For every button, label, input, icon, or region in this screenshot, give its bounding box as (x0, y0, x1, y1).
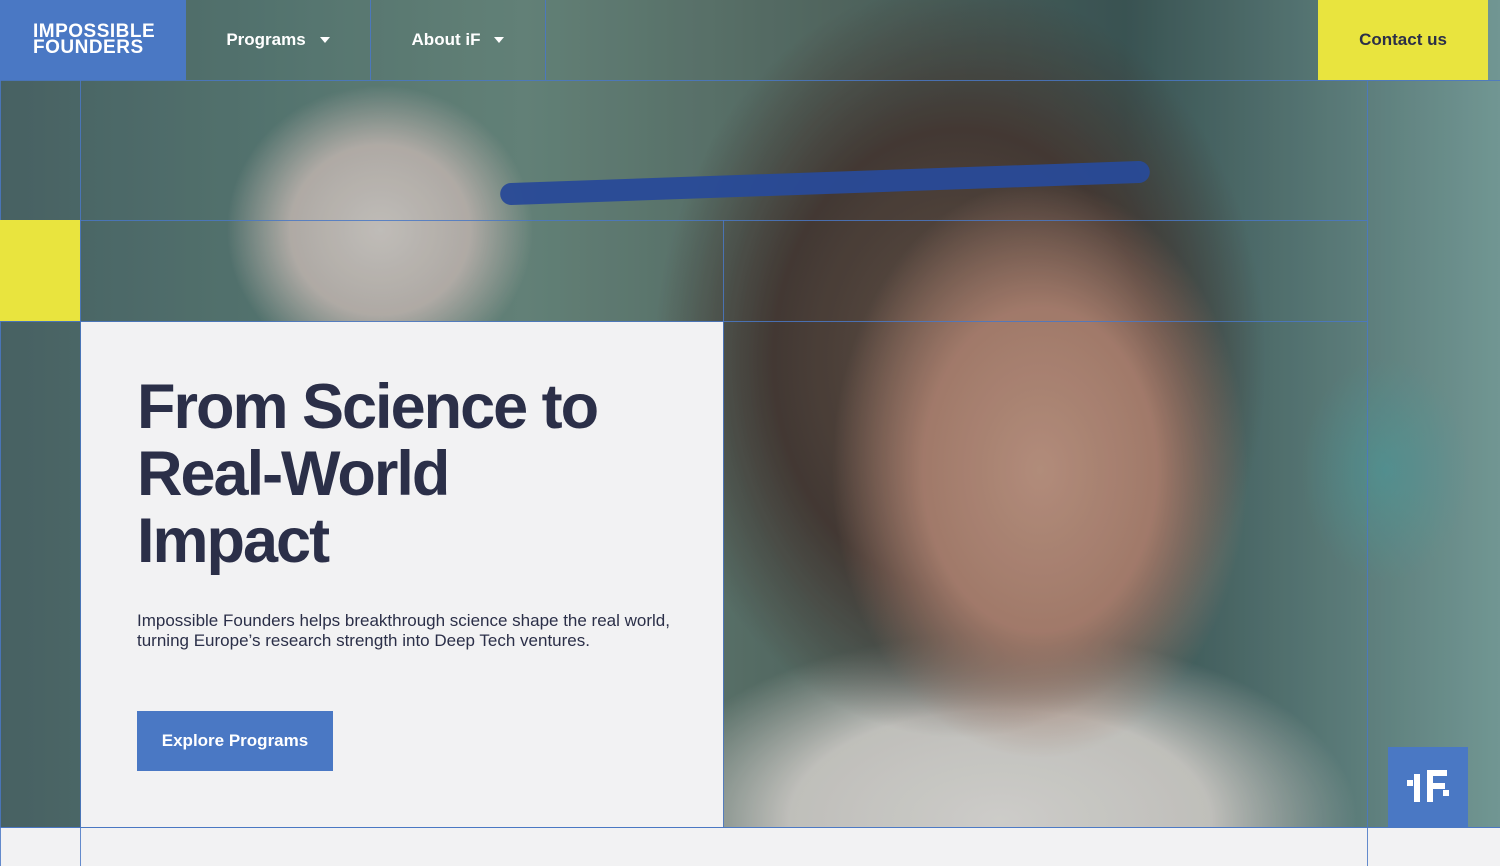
headline-line-3: Impact (137, 506, 330, 576)
if-logo-icon (1407, 770, 1449, 802)
nav-item-about[interactable]: About iF (371, 0, 545, 80)
nav-item-label: Programs (226, 30, 306, 49)
logo-line-2: FOUNDERS (33, 37, 144, 58)
if-badge-button[interactable]: iF (1388, 747, 1468, 827)
site-logo[interactable]: IMPOSSIBLE FOUNDERS (0, 0, 186, 80)
nav-item-label: About iF (411, 30, 481, 49)
nav-divider (545, 0, 546, 80)
hero-description: Impossible Founders helps breakthrough s… (137, 611, 670, 650)
explore-programs-button[interactable]: Explore Programs (137, 711, 333, 771)
chevron-down-icon (319, 37, 330, 43)
headline-line-2: Real-World (137, 439, 450, 509)
hero-headline: From Science to Real-World Impact (137, 374, 697, 575)
bottom-section-strip (0, 828, 1500, 866)
chevron-down-icon (494, 37, 505, 43)
site-header: IMPOSSIBLE FOUNDERS Programs About iF Co… (0, 0, 1500, 80)
hero-content-card: From Science to Real-World Impact Imposs… (81, 322, 723, 827)
headline-line-1: From Science to (137, 372, 599, 442)
decorative-yellow-square (0, 220, 80, 321)
contact-us-button[interactable]: Contact us (1318, 0, 1488, 80)
nav-item-programs[interactable]: Programs (186, 0, 370, 80)
